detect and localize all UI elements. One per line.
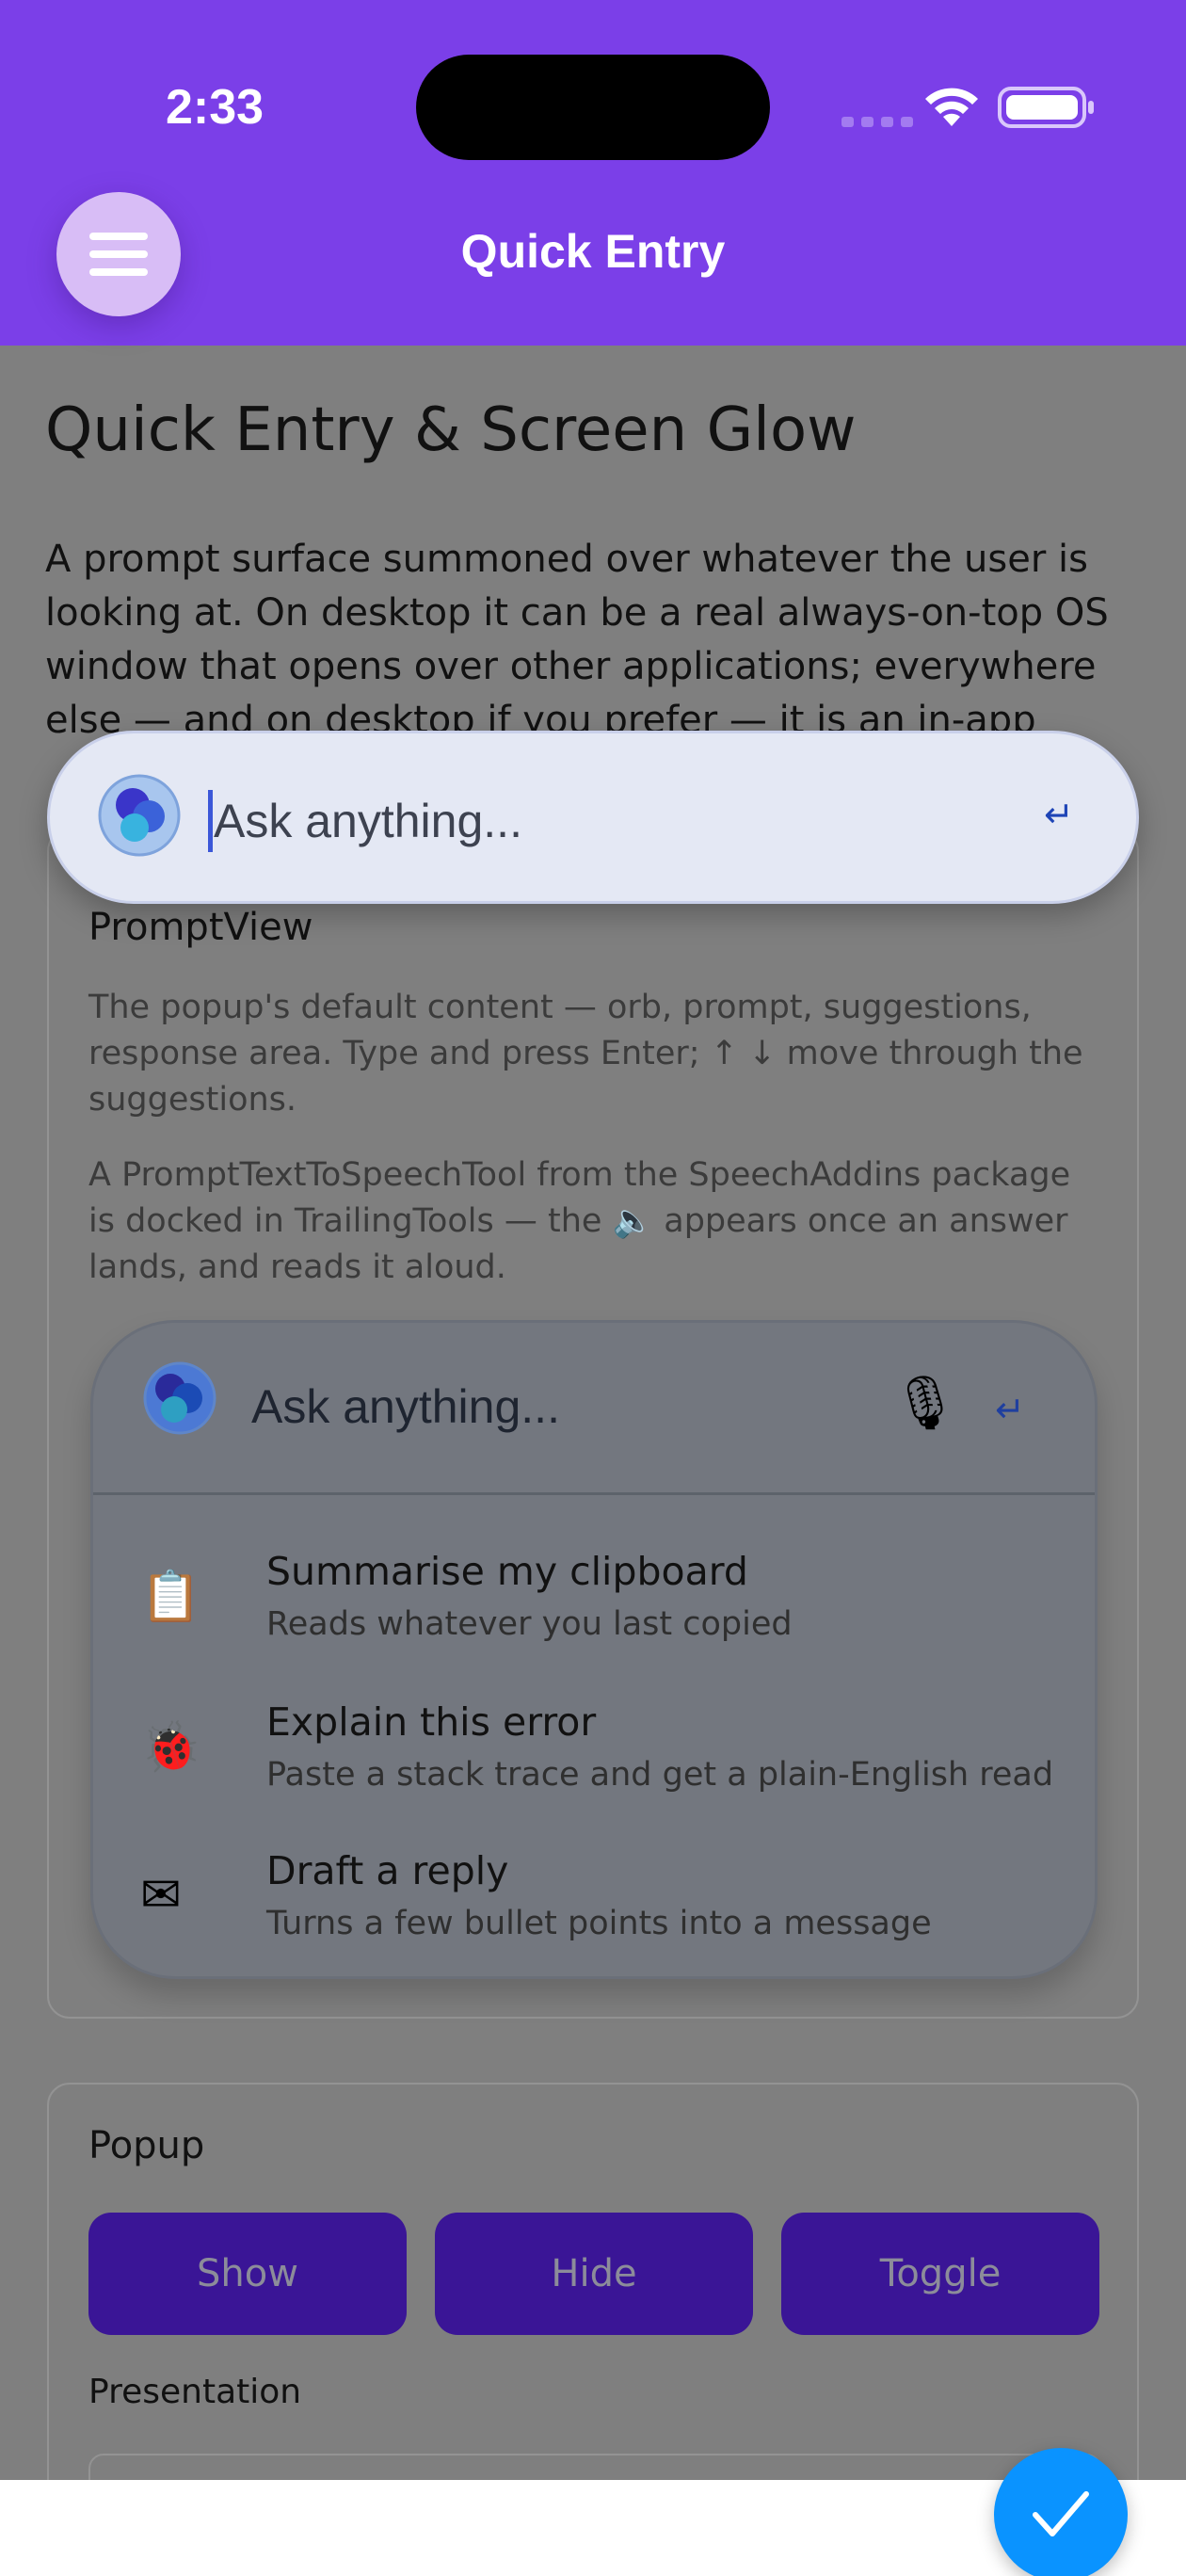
card-title: Popup <box>88 2124 205 2167</box>
quick-entry-bar[interactable]: ↵ <box>47 731 1139 904</box>
intro-text: A prompt surface summoned over whatever … <box>45 538 1109 742</box>
presentation-label: Presentation <box>88 2373 302 2411</box>
toggle-button[interactable]: Toggle <box>781 2213 1099 2335</box>
suggestion-title: Draft a reply <box>266 1848 509 1893</box>
header-title: Quick Entry <box>460 225 726 278</box>
suggestion-subtitle: Reads whatever you last copied <box>266 1605 793 1643</box>
cellular-signal-icon <box>841 117 913 127</box>
prompt-input[interactable]: Ask anything... <box>251 1379 560 1434</box>
card-description-tts: A PromptTextToSpeechTool from the Speech… <box>88 1156 1071 1286</box>
enter-icon[interactable]: ↵ <box>995 1389 1025 1430</box>
orb-icon <box>143 1361 216 1435</box>
suggestion-title: Explain this error <box>266 1699 597 1745</box>
microphone-icon[interactable]: 🎙 <box>891 1372 958 1434</box>
suggestion-subtitle: Paste a stack trace and get a plain-Engl… <box>266 1756 1054 1794</box>
page-title: Quick Entry & Screen Glow <box>45 395 857 465</box>
checkmark-icon <box>1033 2491 1089 2536</box>
prompt-view-card: PromptView The popup's default content —… <box>47 829 1139 2019</box>
battery-icon <box>998 87 1094 128</box>
dynamic-island <box>416 55 770 160</box>
quick-entry-input[interactable] <box>214 790 986 852</box>
envelope-icon: ✉ <box>140 1867 182 1924</box>
wifi-icon <box>925 88 978 126</box>
show-button[interactable]: Show <box>88 2213 407 2335</box>
hide-button[interactable]: Hide <box>435 2213 753 2335</box>
bug-icon: 🐞 <box>140 1719 201 1776</box>
clipboard-icon: 📋 <box>140 1569 201 1625</box>
suggestion-subtitle: Turns a few bullet points into a message <box>266 1905 932 1942</box>
orb-icon <box>98 774 181 857</box>
confirm-fab-button[interactable] <box>994 2448 1128 2576</box>
divider <box>93 1492 1095 1495</box>
enter-icon[interactable]: ↵ <box>1044 794 1074 835</box>
prompt-view-preview[interactable]: Ask anything... 🎙 ↵ 📋 Summarise my clipb… <box>90 1320 1098 1979</box>
card-description: The popup's default content — orb, promp… <box>88 989 1083 1119</box>
suggestion-title: Summarise my clipboard <box>266 1549 748 1594</box>
popup-button-row: Show Hide Toggle <box>88 2213 1099 2335</box>
text-caret <box>208 790 213 852</box>
status-time: 2:33 <box>166 80 264 135</box>
app-header: 2:33 Quick Entry <box>0 0 1186 346</box>
card-title: PromptView <box>88 906 313 949</box>
